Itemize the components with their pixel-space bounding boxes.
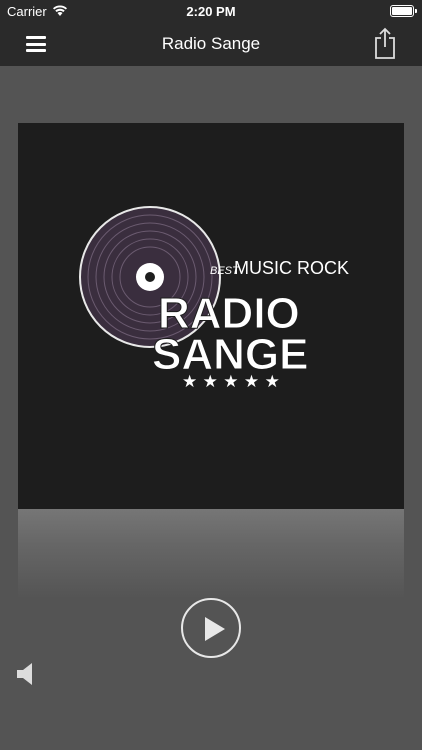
- rating-stars: ★ ★ ★ ★ ★: [182, 372, 280, 392]
- play-button[interactable]: [181, 598, 241, 658]
- clock: 2:20 PM: [186, 4, 236, 19]
- speaker-icon[interactable]: [16, 661, 36, 687]
- page-title: Radio Sange: [161, 34, 261, 53]
- play-icon: [205, 617, 225, 641]
- station-logo: BEST MUSIC ROCK RADIO SANGE ★ ★ ★ ★ ★: [79, 206, 349, 392]
- station-artwork: BEST MUSIC ROCK RADIO SANGE ★ ★ ★ ★ ★: [18, 123, 404, 509]
- tagline: MUSIC ROCK: [234, 258, 349, 278]
- status-bar: Carrier 2:20 PM: [0, 0, 422, 22]
- battery-icon: [390, 5, 417, 17]
- share-icon[interactable]: [372, 26, 398, 60]
- artwork-reflection: [18, 509, 404, 599]
- nav-bar: Radio Sange: [0, 22, 422, 66]
